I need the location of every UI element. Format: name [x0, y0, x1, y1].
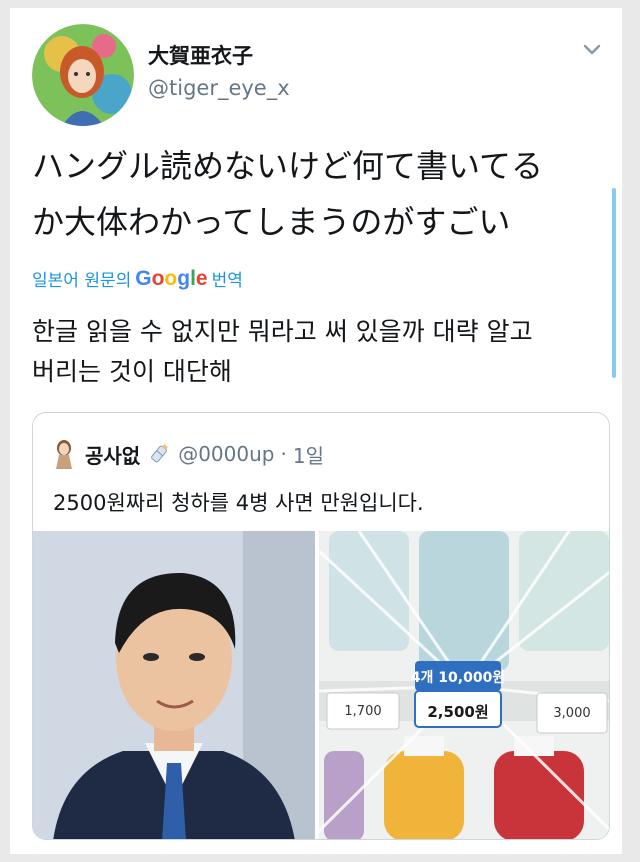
quoted-avatar[interactable]: [53, 439, 75, 469]
tweet-text: ハングル読めないけど何て書いてる か大体わかってしまうのがすごい: [32, 138, 602, 250]
tweet-card: 大賀亜衣子 @tiger_eye_x ハングル読めないけど何て書いてる か大体わ…: [10, 8, 622, 854]
baby-bottle-icon: [151, 444, 168, 463]
tweet-text-line: ハングル読めないけど何て書いてる: [32, 147, 544, 185]
translate-suffix: 번역: [211, 271, 243, 291]
translate-prefix: 일본어 원문의: [32, 271, 132, 291]
quoted-separator: ·: [280, 442, 287, 466]
translated-line: 한글 읽을 수 없지만 뭐라고 써 있을까 대략 알고: [32, 317, 533, 346]
user-avatar[interactable]: [32, 24, 134, 126]
scrollbar[interactable]: [612, 188, 616, 378]
quoted-media[interactable]: 4개 10,000원 2,500원 1,700 3,000: [33, 531, 609, 839]
price-tag-big: 4개 10,000원: [411, 670, 505, 686]
chevron-down-icon[interactable]: [580, 38, 604, 62]
quoted-handle[interactable]: @0000up: [178, 442, 274, 466]
quoted-header: 공사없 @0000up · 1일: [53, 439, 324, 469]
quoted-text: 2500원짜리 청하를 4병 사면 만원입니다.: [53, 491, 424, 515]
user-handle[interactable]: @tiger_eye_x: [148, 76, 290, 100]
price-tag-big-unit: 2,500원: [427, 703, 488, 721]
product-photo[interactable]: 4개 10,000원 2,500원 1,700 3,000: [319, 531, 609, 839]
portrait-photo[interactable]: [33, 531, 315, 839]
translated-text: 한글 읽을 수 없지만 뭐라고 써 있을까 대략 알고 버리는 것이 대단해: [32, 312, 602, 392]
price-tag-right: 3,000: [553, 706, 590, 721]
translation-attribution[interactable]: 일본어 원문의 Google 번역: [32, 266, 243, 292]
display-name[interactable]: 大賀亜衣子: [148, 40, 253, 70]
tweet-text-line: か大体わかってしまうのがすごい: [32, 203, 511, 241]
google-logo: Google: [135, 266, 208, 290]
translated-line: 버리는 것이 대단해: [32, 357, 232, 386]
price-tag-left: 1,700: [344, 704, 381, 719]
quoted-tweet[interactable]: 공사없 @0000up · 1일 2500원짜리 청하를 4병 사면 만원입니다…: [32, 412, 610, 840]
quoted-timestamp[interactable]: 1일: [293, 440, 324, 469]
quoted-display-name[interactable]: 공사없: [85, 440, 140, 469]
